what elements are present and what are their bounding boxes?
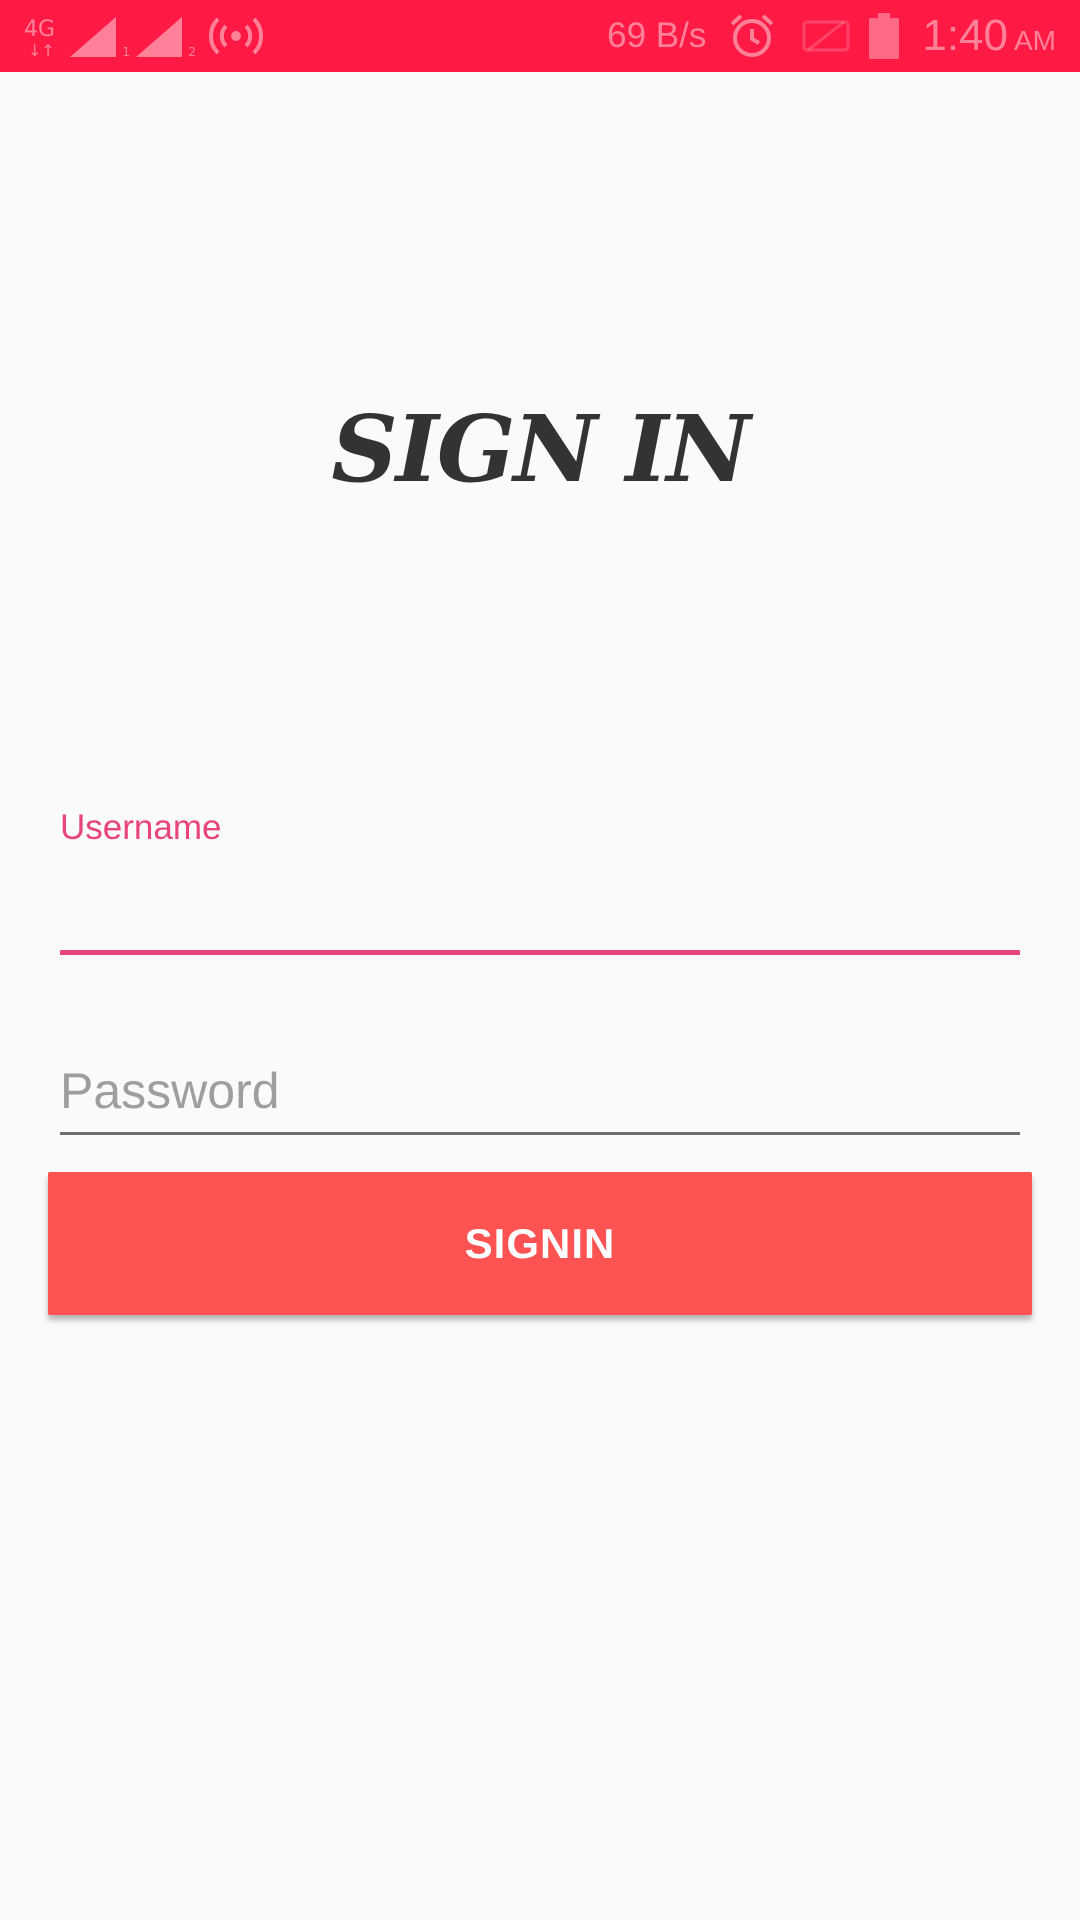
network-speed: 69 B/s <box>607 16 707 55</box>
status-bar: 4G ↓↑ 1 2 69 B/s 1:40 AM <box>0 0 1080 72</box>
battery-icon <box>869 13 900 59</box>
sim2-label: 2 <box>188 45 196 59</box>
status-bar-left: 4G ↓↑ 1 2 <box>24 0 264 72</box>
network-type-label: 4G <box>24 17 56 42</box>
data-arrows-icon: ↓↑ <box>28 41 55 60</box>
page-title: SIGN IN <box>331 395 750 503</box>
username-label: Username <box>60 808 222 847</box>
status-bar-right: 69 B/s 1:40 AM <box>607 0 1056 72</box>
username-field[interactable] <box>60 870 1020 955</box>
signal-sim1-icon: 1 <box>70 11 130 61</box>
status-clock: 1:40 AM <box>922 11 1056 61</box>
signal-sim2-icon: 2 <box>136 11 196 61</box>
clock-ampm: AM <box>1014 25 1056 56</box>
signin-button[interactable]: SIGNIN <box>48 1172 1032 1315</box>
clock-time: 1:40 <box>922 11 1008 60</box>
network-4g-icon: 4G ↓↑ <box>24 9 60 63</box>
password-field[interactable] <box>60 1050 1020 1135</box>
sim-muted-icon <box>802 20 850 52</box>
sim1-label: 1 <box>122 45 130 59</box>
hotspot-icon <box>208 17 264 55</box>
sign-in-screen: 4G ↓↑ 1 2 69 B/s 1:40 AM SIGN IN Usernam… <box>0 0 1080 1920</box>
alarm-icon <box>731 14 774 57</box>
